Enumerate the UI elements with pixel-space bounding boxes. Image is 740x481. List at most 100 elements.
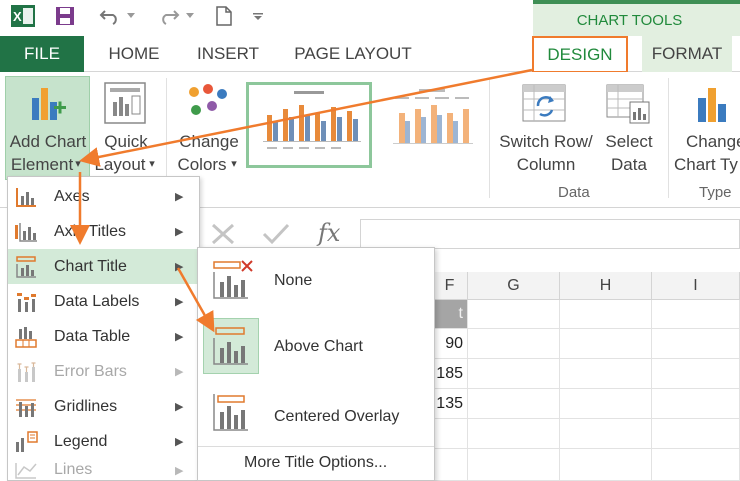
tab-page-layout[interactable]: PAGE LAYOUT	[286, 36, 420, 72]
add-chart-element-dropdown-icon: ▾	[75, 158, 81, 170]
grid-cell[interactable]	[652, 329, 740, 359]
add-chart-element-label-2: Element	[10, 155, 74, 174]
column-header-g[interactable]: G	[468, 272, 560, 300]
select-data-label-1: Select	[605, 132, 653, 151]
column-header-i[interactable]: I	[652, 272, 740, 300]
cancel-entry-icon[interactable]	[210, 222, 236, 246]
grid-cell[interactable]	[468, 359, 560, 389]
submenu-arrow-icon: ▶	[175, 296, 184, 308]
tab-insert[interactable]: INSERT	[188, 36, 268, 72]
chart-title-submenu: None Above Chart Centered Overlay More T…	[197, 247, 435, 481]
svg-text:fx: fx	[316, 219, 341, 247]
confirm-entry-icon[interactable]	[262, 222, 290, 246]
title-bar: X CHART TOOLS	[0, 0, 740, 36]
menu-item-lines[interactable]: Lines ▶	[8, 459, 199, 481]
menu-item-label: Chart Title	[54, 257, 127, 275]
grid-cell[interactable]	[468, 329, 560, 359]
excel-logo-icon: X	[10, 4, 36, 28]
grid-cell[interactable]	[652, 389, 740, 419]
formula-input[interactable]	[360, 219, 740, 249]
submenu-arrow-icon: ▶	[175, 464, 184, 477]
grid-cell[interactable]	[560, 389, 652, 419]
undo-dropdown-icon[interactable]	[125, 4, 137, 28]
menu-item-chart-title[interactable]: Chart Title ▶	[8, 249, 199, 284]
save-icon[interactable]	[52, 4, 78, 28]
grid-cell[interactable]	[560, 449, 652, 481]
centered-overlay-icon	[208, 392, 254, 432]
chart-style-2[interactable]	[384, 82, 480, 168]
tab-file[interactable]: FILE	[0, 36, 84, 72]
ribbon-tabs: FILE HOME INSERT PAGE LAYOUT DESIGN FORM…	[0, 36, 740, 73]
switch-row-column-label-2: Column	[516, 155, 576, 174]
quick-layout-label-2: Layout	[94, 155, 146, 174]
menu-item-label: Axis Titles	[54, 222, 127, 240]
menu-item-data-labels[interactable]: Data Labels ▶	[8, 284, 199, 319]
undo-icon[interactable]	[96, 4, 124, 28]
grid-cell[interactable]	[468, 389, 560, 419]
menu-item-legend[interactable]: Legend ▶	[8, 424, 199, 459]
ribbon-separator	[668, 78, 669, 198]
data-table-icon	[14, 326, 38, 348]
submenu-item-label: Centered Overlay	[274, 408, 400, 425]
submenu-arrow-icon: ▶	[175, 261, 184, 273]
change-colors-label-2: Colors	[177, 155, 227, 174]
above-chart-icon	[208, 326, 254, 366]
submenu-item-above-chart[interactable]: Above Chart	[198, 312, 434, 380]
submenu-item-label: Above Chart	[274, 338, 363, 355]
grid-cell[interactable]	[652, 419, 740, 449]
grid-cell[interactable]	[560, 419, 652, 449]
change-colors-label-1: Change	[179, 132, 239, 151]
tab-home[interactable]: HOME	[98, 36, 170, 72]
column-header-f[interactable]: F	[432, 272, 468, 300]
submenu-arrow-icon: ▶	[175, 366, 184, 378]
quick-layout-label-1: Quick	[104, 132, 148, 151]
submenu-item-none[interactable]: None	[198, 248, 434, 312]
grid-cell[interactable]	[560, 329, 652, 359]
grid-cell[interactable]	[432, 449, 468, 481]
tab-design[interactable]: DESIGN	[532, 36, 628, 73]
menu-item-label: Error Bars	[54, 362, 127, 380]
menu-item-label: Axes	[54, 187, 90, 205]
submenu-item-centered-overlay[interactable]: Centered Overlay	[198, 380, 434, 444]
grid-cell[interactable]	[652, 449, 740, 481]
grid-cell[interactable]	[468, 300, 560, 329]
table-header-cell[interactable]: t	[432, 300, 468, 329]
redo-icon[interactable]	[155, 4, 183, 28]
axes-icon	[14, 186, 38, 208]
menu-item-error-bars[interactable]: Error Bars ▶	[8, 354, 199, 389]
submenu-arrow-icon: ▶	[175, 226, 184, 238]
grid-cell[interactable]	[432, 419, 468, 449]
grid-cell[interactable]	[468, 419, 560, 449]
grid-cell[interactable]	[652, 300, 740, 329]
new-document-icon[interactable]	[212, 4, 236, 28]
submenu-separator	[198, 446, 434, 447]
insert-function-icon[interactable]: fx	[316, 218, 346, 248]
grid-cell[interactable]	[560, 359, 652, 389]
group-label-type: Type	[699, 184, 732, 201]
grid-cell[interactable]	[468, 449, 560, 481]
group-label-data: Data	[558, 184, 590, 201]
chart-style-1[interactable]	[246, 82, 372, 168]
menu-item-data-table[interactable]: Data Table ▶	[8, 319, 199, 354]
menu-item-gridlines[interactable]: Gridlines ▶	[8, 389, 199, 424]
no-title-icon	[208, 260, 254, 300]
value-cell[interactable]: 135	[432, 389, 468, 419]
menu-item-axes[interactable]: Axes ▶	[8, 179, 199, 214]
grid-cell[interactable]	[652, 359, 740, 389]
svg-text:X: X	[13, 9, 22, 24]
grid-cell[interactable]	[560, 300, 652, 329]
value-cell[interactable]: 90	[432, 329, 468, 359]
legend-icon	[14, 431, 38, 453]
menu-item-axis-titles[interactable]: Axis Titles ▶	[8, 214, 199, 249]
more-title-options-item[interactable]: More Title Options...	[198, 448, 434, 478]
ribbon-separator	[489, 78, 490, 198]
value-cell[interactable]: 185	[432, 359, 468, 389]
tab-format[interactable]: FORMAT	[642, 36, 732, 72]
quick-layout-dropdown-icon: ▾	[149, 158, 155, 170]
add-chart-element-icon	[28, 84, 68, 124]
customize-qat-icon[interactable]	[250, 4, 266, 28]
change-colors-icon	[186, 84, 230, 124]
column-header-h[interactable]: H	[560, 272, 652, 300]
add-chart-element-label-1: Add Chart	[9, 132, 87, 151]
redo-dropdown-icon[interactable]	[184, 4, 196, 28]
